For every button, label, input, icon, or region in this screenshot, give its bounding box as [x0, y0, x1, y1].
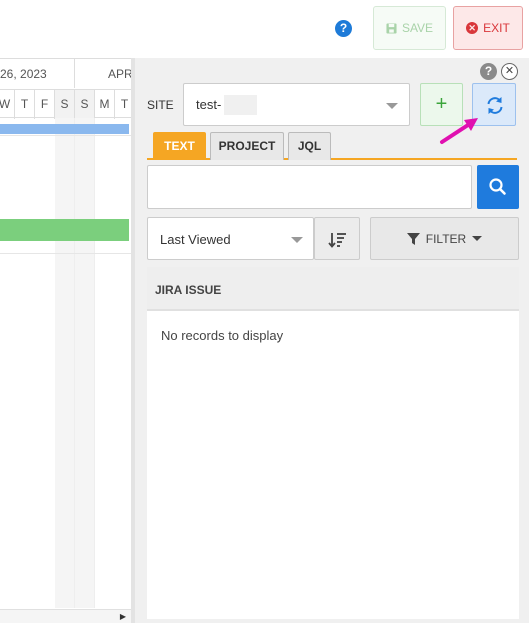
x-circle-icon: ✕ [466, 22, 479, 34]
sort-select[interactable]: Last Viewed [147, 217, 314, 260]
day-cell: F [35, 90, 55, 119]
day-cell-weekend: S [55, 90, 75, 119]
day-row: W T F S S M T [0, 89, 135, 119]
day-cell: T [15, 90, 35, 119]
jira-issue-panel: ? ✕ SITE test- + TEXT PROJECT JQL Last V… [131, 58, 529, 623]
site-select[interactable]: test- [183, 83, 410, 126]
caret-down-icon [472, 236, 483, 241]
exit-label: EXIT [483, 21, 510, 35]
filter-button[interactable]: FILTER [370, 217, 519, 260]
top-toolbar: ? SAVE ✕ EXIT [0, 0, 529, 58]
filter-label: FILTER [425, 231, 467, 246]
chevron-down-icon [386, 103, 398, 109]
save-button[interactable]: SAVE [373, 6, 446, 50]
tab-jql[interactable]: JQL [288, 132, 331, 160]
month-divider [74, 59, 75, 88]
funnel-icon [406, 232, 420, 245]
exit-button[interactable]: ✕ EXIT [453, 6, 523, 50]
gantt-task-bar[interactable] [0, 219, 129, 241]
tab-text[interactable]: TEXT [153, 132, 206, 160]
search-input[interactable] [147, 165, 472, 209]
site-value: test- [196, 97, 222, 112]
gantt-chart: 26, 2023 APR W T F S S M T ▶ [0, 58, 135, 623]
issue-list: No records to display [147, 311, 519, 619]
day-cell: W [0, 90, 15, 119]
gantt-row-line [0, 253, 131, 254]
close-icon[interactable]: ✕ [501, 63, 518, 80]
month-label: APR [108, 67, 133, 81]
table-header: JIRA ISSUE [147, 267, 519, 311]
floppy-disk-icon [386, 22, 397, 34]
search-icon [489, 178, 506, 195]
help-icon[interactable]: ? [335, 20, 352, 37]
day-cell: M [95, 90, 115, 119]
day-cell-weekend: S [75, 90, 95, 119]
month-label: 26, 2023 [0, 67, 47, 81]
sort-value: Last Viewed [160, 232, 231, 247]
gantt-task-bar[interactable] [0, 124, 129, 134]
sort-direction-button[interactable] [314, 217, 360, 260]
scroll-right-icon[interactable]: ▶ [120, 612, 126, 621]
tab-project[interactable]: PROJECT [210, 132, 284, 160]
gantt-timeline-header: 26, 2023 APR W T F S S M T [0, 59, 135, 119]
panel-help-icon[interactable]: ? [480, 63, 497, 80]
redacted-text [224, 95, 257, 115]
search-button[interactable] [477, 165, 519, 209]
empty-message: No records to display [161, 328, 284, 343]
search-mode-tabs: TEXT PROJECT JQL [147, 130, 517, 160]
site-label: SITE [147, 98, 174, 112]
save-label: SAVE [401, 21, 434, 35]
chevron-down-icon [291, 237, 303, 243]
horizontal-scrollbar[interactable]: ▶ [0, 609, 131, 623]
sort-descending-icon [328, 233, 346, 248]
weekend-column [75, 118, 95, 608]
gantt-row-line [0, 135, 131, 136]
weekend-column [55, 118, 75, 608]
